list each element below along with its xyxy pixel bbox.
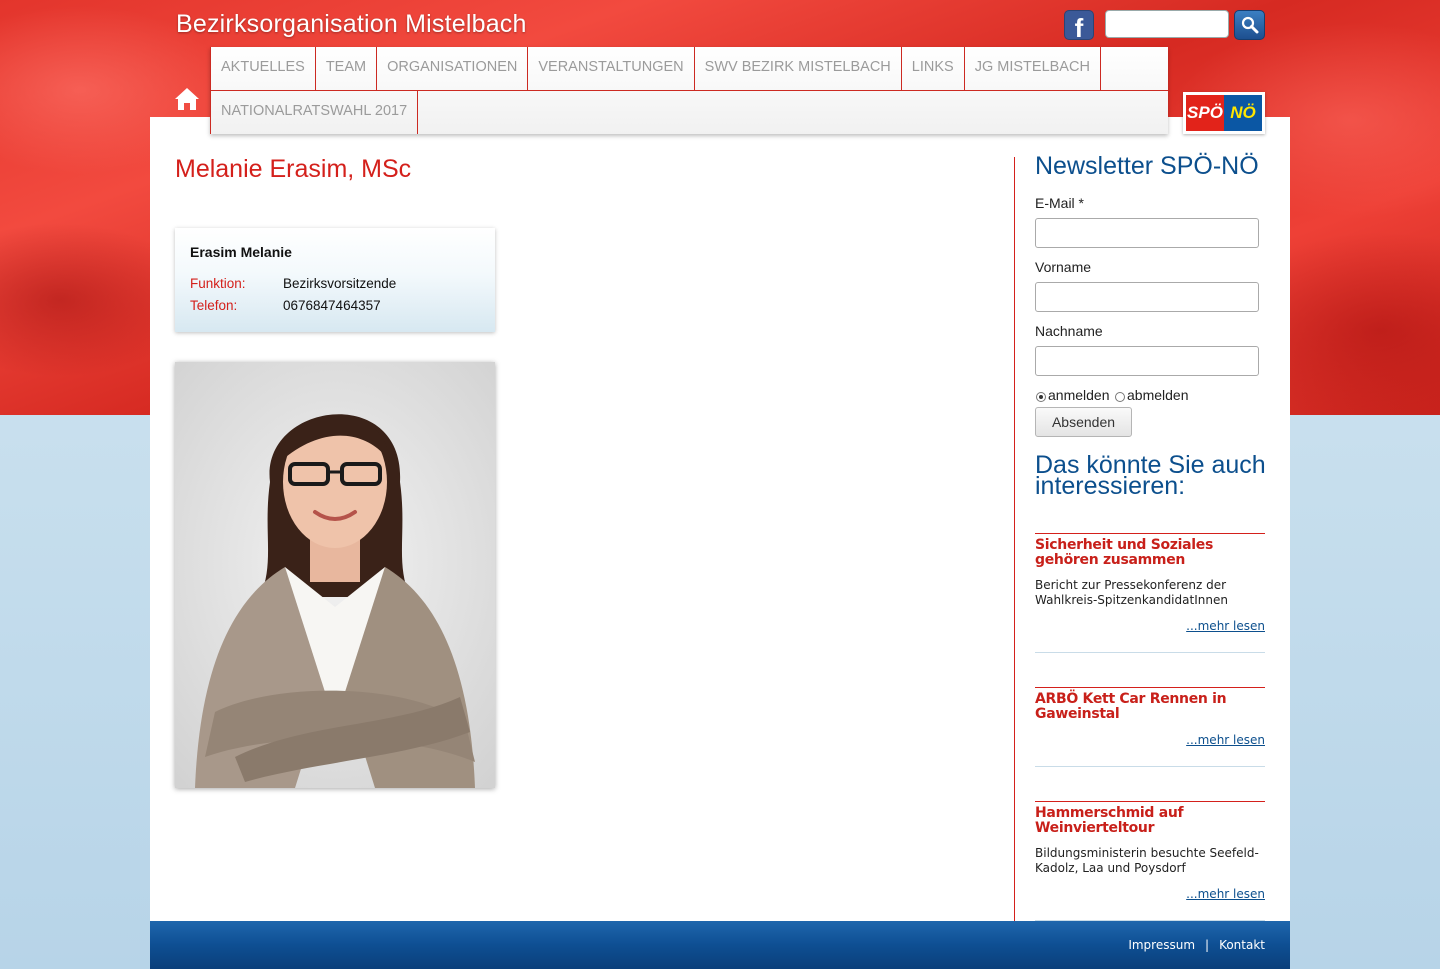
nav-item-veranstaltungen[interactable]: VERANSTALTUNGEN bbox=[528, 47, 695, 90]
nav-item-jg-mistelbach[interactable]: JG MISTELBACH bbox=[965, 47, 1101, 90]
portrait-photo bbox=[175, 362, 495, 788]
spo-noe-logo[interactable]: SPÖ NÖ bbox=[1183, 92, 1265, 134]
subscribe-radio[interactable] bbox=[1036, 392, 1046, 402]
phone-label: Telefon: bbox=[190, 298, 238, 313]
phone-value: 0676847464357 bbox=[283, 298, 381, 313]
impressum-link[interactable]: Impressum bbox=[1128, 938, 1195, 952]
footer-links: Impressum | Kontakt bbox=[1128, 938, 1265, 952]
article-separator bbox=[1035, 766, 1265, 767]
lastname-label: Nachname bbox=[1035, 323, 1103, 339]
logo-noe: NÖ bbox=[1224, 95, 1262, 131]
firstname-field[interactable] bbox=[1035, 282, 1259, 312]
search-button[interactable] bbox=[1234, 10, 1265, 40]
search-icon bbox=[1241, 16, 1259, 34]
portrait-illustration bbox=[195, 414, 475, 788]
article-rule bbox=[1035, 687, 1265, 688]
lastname-field[interactable] bbox=[1035, 346, 1259, 376]
submit-button[interactable]: Absenden bbox=[1035, 407, 1132, 437]
article-title[interactable]: Hammerschmid auf Weinvierteltour bbox=[1035, 806, 1265, 836]
site-title[interactable]: Bezirksorganisation Mistelbach bbox=[176, 10, 527, 39]
nav-row-1: AKTUELLES TEAM ORGANISATIONEN VERANSTALT… bbox=[210, 47, 1168, 91]
email-label: E-Mail * bbox=[1035, 195, 1085, 211]
home-icon[interactable] bbox=[174, 86, 200, 112]
function-label: Funktion: bbox=[190, 276, 246, 291]
subscribe-label: anmelden bbox=[1048, 387, 1110, 403]
article-rule bbox=[1035, 801, 1265, 802]
nav-item-swv-bezirk-mistelbach[interactable]: SWV BEZIRK MISTELBACH bbox=[695, 47, 902, 90]
article-separator bbox=[1035, 652, 1265, 653]
search-input[interactable] bbox=[1105, 10, 1229, 38]
footer-separator: | bbox=[1205, 938, 1210, 952]
read-more-link[interactable]: ...mehr lesen bbox=[1186, 733, 1265, 747]
unsubscribe-label: abmelden bbox=[1127, 387, 1189, 403]
article-text: Bildungsministerin besuchte Seefeld-Kado… bbox=[1035, 846, 1259, 875]
footer: Impressum | Kontakt bbox=[150, 921, 1290, 969]
article-rule bbox=[1035, 533, 1265, 534]
nav-item-aktuelles[interactable]: AKTUELLES bbox=[210, 47, 316, 90]
facebook-icon[interactable]: f bbox=[1064, 10, 1094, 40]
article-title[interactable]: ARBÖ Kett Car Rennen in Gaweinstal bbox=[1035, 692, 1265, 722]
newsletter-title: Newsletter SPÖ-NÖ bbox=[1035, 152, 1259, 180]
contact-card: Erasim Melanie Funktion: Bezirksvorsitze… bbox=[175, 228, 495, 332]
nav-item-nationalratswahl-2017[interactable]: NATIONALRATSWAHL 2017 bbox=[210, 91, 419, 134]
unsubscribe-radio[interactable] bbox=[1115, 392, 1125, 402]
function-value: Bezirksvorsitzende bbox=[283, 276, 397, 291]
kontakt-link[interactable]: Kontakt bbox=[1219, 938, 1265, 952]
article-text: Bericht zur Pressekonferenz der Wahlkrei… bbox=[1035, 578, 1228, 607]
firstname-label: Vorname bbox=[1035, 259, 1092, 275]
read-more-link[interactable]: ...mehr lesen bbox=[1186, 619, 1265, 633]
nav-item-links[interactable]: LINKS bbox=[902, 47, 965, 90]
nav-item-organisationen[interactable]: ORGANISATIONEN bbox=[377, 47, 529, 90]
article-title[interactable]: Sicherheit und Soziales gehören zusammen bbox=[1035, 538, 1265, 568]
logo-spo: SPÖ bbox=[1186, 95, 1224, 131]
sidebar-divider bbox=[1014, 157, 1015, 921]
nav-item-team[interactable]: TEAM bbox=[316, 47, 378, 90]
card-name: Erasim Melanie bbox=[190, 244, 292, 260]
email-field[interactable] bbox=[1035, 218, 1259, 248]
main-navigation: AKTUELLES TEAM ORGANISATIONEN VERANSTALT… bbox=[210, 47, 1168, 134]
nav-row-2: NATIONALRATSWAHL 2017 bbox=[210, 91, 419, 134]
page-title: Melanie Erasim, MSc bbox=[175, 155, 412, 183]
read-more-link[interactable]: ...mehr lesen bbox=[1186, 887, 1265, 901]
related-title: Das könnte Sie auch interessieren: bbox=[1035, 451, 1266, 500]
